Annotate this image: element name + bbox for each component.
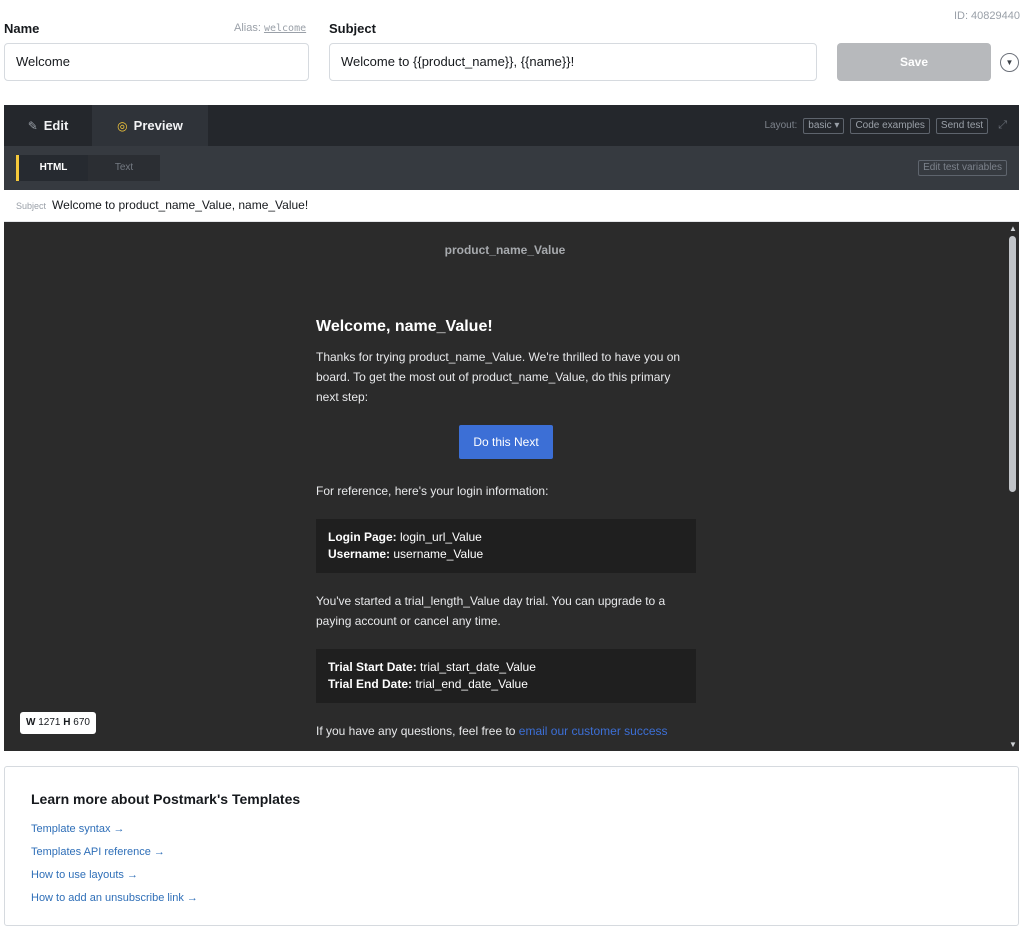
viewport-size-badge: W 1271 H 670 — [20, 712, 96, 734]
scroll-up-icon[interactable]: ▲ — [1009, 224, 1017, 233]
trial-end-row: Trial End Date: trial_end_date_Value — [328, 676, 684, 693]
tab-preview-label: Preview — [133, 118, 183, 133]
height-label: H — [63, 717, 71, 728]
save-button[interactable]: Save — [837, 43, 991, 81]
alias-info: Alias: welcome — [234, 22, 306, 34]
alias-value[interactable]: welcome — [264, 23, 306, 34]
layout-value: basic — [808, 119, 832, 131]
learn-more-title: Learn more about Postmark's Templates — [31, 791, 301, 807]
trial-end-value: trial_end_date_Value — [412, 677, 528, 691]
width-value: 1271 — [38, 717, 61, 728]
width-label: W — [26, 717, 36, 728]
subject-field[interactable]: Welcome to {{product_name}}, {{name}}! — [329, 43, 817, 81]
subject-label: Subject — [329, 21, 376, 36]
preview-subject-label: Subject — [16, 201, 47, 211]
eye-icon: ◎ — [117, 119, 128, 133]
mode-html[interactable]: HTML — [16, 155, 88, 181]
customer-success-link[interactable]: email our customer success — [519, 724, 668, 738]
expand-icon[interactable]: ⤢ — [998, 119, 1007, 132]
alias-label: Alias: — [234, 22, 261, 34]
trial-start-row: Trial Start Date: trial_start_date_Value — [328, 659, 684, 676]
layouts-link[interactable]: How to use layouts → — [31, 868, 198, 891]
mode-switch: HTML Text — [16, 155, 160, 181]
template-syntax-link[interactable]: Template syntax → — [31, 822, 198, 845]
trial-start-value: trial_start_date_Value — [416, 660, 536, 674]
email-preview[interactable]: product_name_Value Welcome, name_Value! … — [4, 222, 1019, 751]
preview-subject-value: Welcome to product_name_Value, name_Valu… — [52, 198, 309, 212]
questions-text: If you have any questions, feel free to — [316, 724, 519, 738]
template-header: Name Alias: welcome Subject ID: 40829440… — [0, 0, 1024, 100]
trial-info-box: Trial Start Date: trial_start_date_Value… — [316, 649, 696, 703]
login-info-box: Login Page: login_url_Value Username: us… — [316, 519, 696, 573]
preview-scrollbar[interactable]: ▲ ▼ — [1006, 222, 1019, 751]
tab-edit-label: Edit — [43, 118, 69, 133]
code-examples-button[interactable]: Code examples — [850, 117, 930, 134]
mode-text[interactable]: Text — [88, 155, 160, 181]
login-page-value: login_url_Value — [396, 530, 482, 544]
email-intro: Thanks for trying product_name_Value. We… — [316, 350, 681, 404]
name-label: Name — [4, 21, 40, 36]
edit-test-variables-button[interactable]: Edit test variables — [918, 160, 1007, 176]
scroll-thumb[interactable] — [1009, 236, 1016, 492]
caret-down-icon: ▾ — [834, 119, 840, 131]
templates-api-link[interactable]: Templates API reference → — [31, 845, 198, 868]
login-page-row: Login Page: login_url_Value — [328, 529, 684, 546]
learn-more-links: Template syntax → Templates API referenc… — [31, 822, 198, 914]
layout-label: Layout: — [764, 120, 798, 131]
unsubscribe-link[interactable]: How to add an unsubscribe link → — [31, 891, 198, 914]
name-field[interactable]: Welcome — [4, 43, 309, 81]
email-heading: Welcome, name_Value! — [316, 318, 493, 335]
tab-edit[interactable]: ✎ Edit — [4, 105, 92, 146]
cta-button[interactable]: Do this Next — [459, 425, 553, 459]
login-page-label: Login Page: — [328, 530, 397, 544]
template-id: ID: 40829440 — [953, 10, 1020, 22]
editor-panel: ✎ Edit ◎ Preview Layout: basic ▾ Code exam… — [4, 105, 1019, 751]
editor-tabbar: ✎ Edit ◎ Preview Layout: basic ▾ Code exam… — [4, 105, 1019, 146]
tab-preview[interactable]: ◎ Preview — [92, 105, 208, 146]
username-value: username_Value — [390, 547, 484, 561]
editor-subbar: HTML Text Edit test variables — [4, 146, 1019, 190]
email-trial-text: You've started a trial_length_Value day … — [316, 594, 666, 628]
email-body: Welcome, name_Value! Thanks for trying p… — [316, 317, 696, 741]
pencil-icon: ✎ — [27, 119, 38, 133]
username-label: Username: — [328, 547, 391, 561]
trial-start-label: Trial Start Date: — [328, 660, 417, 674]
scroll-down-icon[interactable]: ▼ — [1009, 740, 1017, 749]
height-value: 670 — [73, 717, 90, 728]
trial-end-label: Trial End Date: — [328, 677, 413, 691]
preview-subject-bar: Subject Welcome to product_name_Value, na… — [4, 190, 1019, 222]
editor-toolbar: Layout: basic ▾ Code examples Send test … — [764, 117, 1007, 134]
learn-more-panel: Learn more about Postmark's Templates Te… — [4, 766, 1019, 926]
layout-select[interactable]: basic ▾ — [803, 117, 845, 134]
send-test-button[interactable]: Send test — [935, 117, 989, 134]
email-brand: product_name_Value — [444, 243, 566, 257]
username-row: Username: username_Value — [328, 546, 684, 563]
email-reference: For reference, here's your login informa… — [316, 484, 549, 498]
cta-wrap: Do this Next — [316, 425, 696, 459]
email-questions: If you have any questions, feel free to … — [316, 721, 696, 741]
chevron-down-icon[interactable]: ▼ — [1000, 53, 1019, 72]
